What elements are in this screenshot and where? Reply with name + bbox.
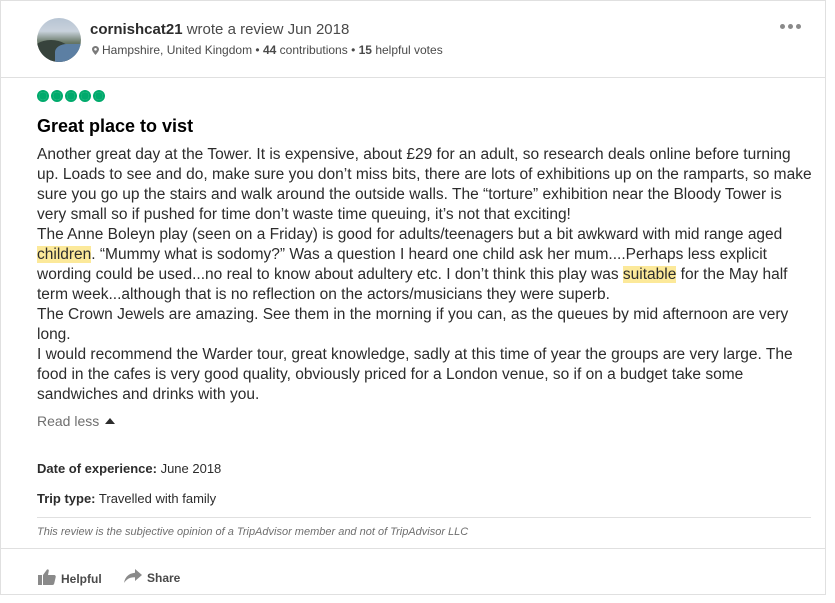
rating-bubble-icon [93, 90, 105, 102]
reviewer-meta: Hampshire, United Kingdom • 44 contribut… [92, 43, 443, 57]
share-arrow-icon [124, 569, 147, 586]
review-paragraph: The Anne Boleyn play (seen on a Friday) … [37, 226, 788, 303]
divider [37, 517, 811, 518]
review-paragraph: Another great day at the Tower. It is ex… [37, 146, 812, 223]
share-button[interactable]: Share [124, 569, 180, 586]
share-label: Share [147, 570, 181, 585]
read-less-label: Read less [37, 413, 100, 429]
caret-up-icon [105, 418, 116, 424]
helpful-label: Helpful [61, 571, 102, 586]
review-paragraph: The Crown Jewels are amazing. See them i… [37, 306, 789, 343]
review-paragraph: I would recommend the Warder tour, great… [37, 346, 793, 403]
rating-bubble-icon [37, 90, 49, 102]
review-header: cornishcat21 wrote a review Jun 2018 Ham… [1, 1, 825, 78]
trip-value: Travelled with family [98, 491, 217, 506]
contributions-label: contributions [279, 43, 348, 57]
rating-bubble-icon [79, 90, 91, 102]
avatar[interactable] [37, 18, 81, 62]
helpful-button[interactable]: Helpful [38, 569, 102, 588]
avatar-water [55, 44, 81, 62]
date-of-experience: Date of experience: June 2018 [37, 461, 221, 476]
highlight-children: children [37, 246, 92, 263]
review-body: Another great day at the Tower. It is ex… [37, 145, 812, 405]
disclaimer: This review is the subjective opinion of… [37, 526, 469, 538]
date-value: June 2018 [160, 461, 222, 476]
rating-bubbles [37, 90, 105, 102]
location-pin-icon [92, 44, 99, 55]
trip-label: Trip type: [37, 491, 96, 506]
trip-type: Trip type: Travelled with family [37, 491, 216, 506]
highlight-suitable: suitable [622, 266, 677, 283]
reviewer-location: Hampshire, United Kingdom [102, 43, 253, 57]
review-title[interactable]: Great place to vist [37, 116, 193, 137]
date-label: Date of experience: [37, 461, 157, 476]
helpful-votes-count: 15 [358, 43, 372, 57]
read-less-button[interactable]: Read less [37, 413, 116, 429]
contributions-count: 44 [262, 43, 277, 57]
reviewer-line: cornishcat21 wrote a review Jun 2018 [90, 21, 349, 38]
more-options-icon[interactable] [780, 24, 801, 29]
username-link[interactable]: cornishcat21 [90, 21, 183, 38]
rating-bubble-icon [65, 90, 77, 102]
rating-bubble-icon [51, 90, 63, 102]
helpful-votes-label: helpful votes [375, 43, 443, 57]
review-card: cornishcat21 wrote a review Jun 2018 Ham… [0, 0, 826, 595]
thumbs-up-icon [38, 569, 61, 588]
review-action-text: wrote a review Jun 2018 [186, 21, 350, 38]
review-footer: Helpful Share [1, 548, 825, 596]
